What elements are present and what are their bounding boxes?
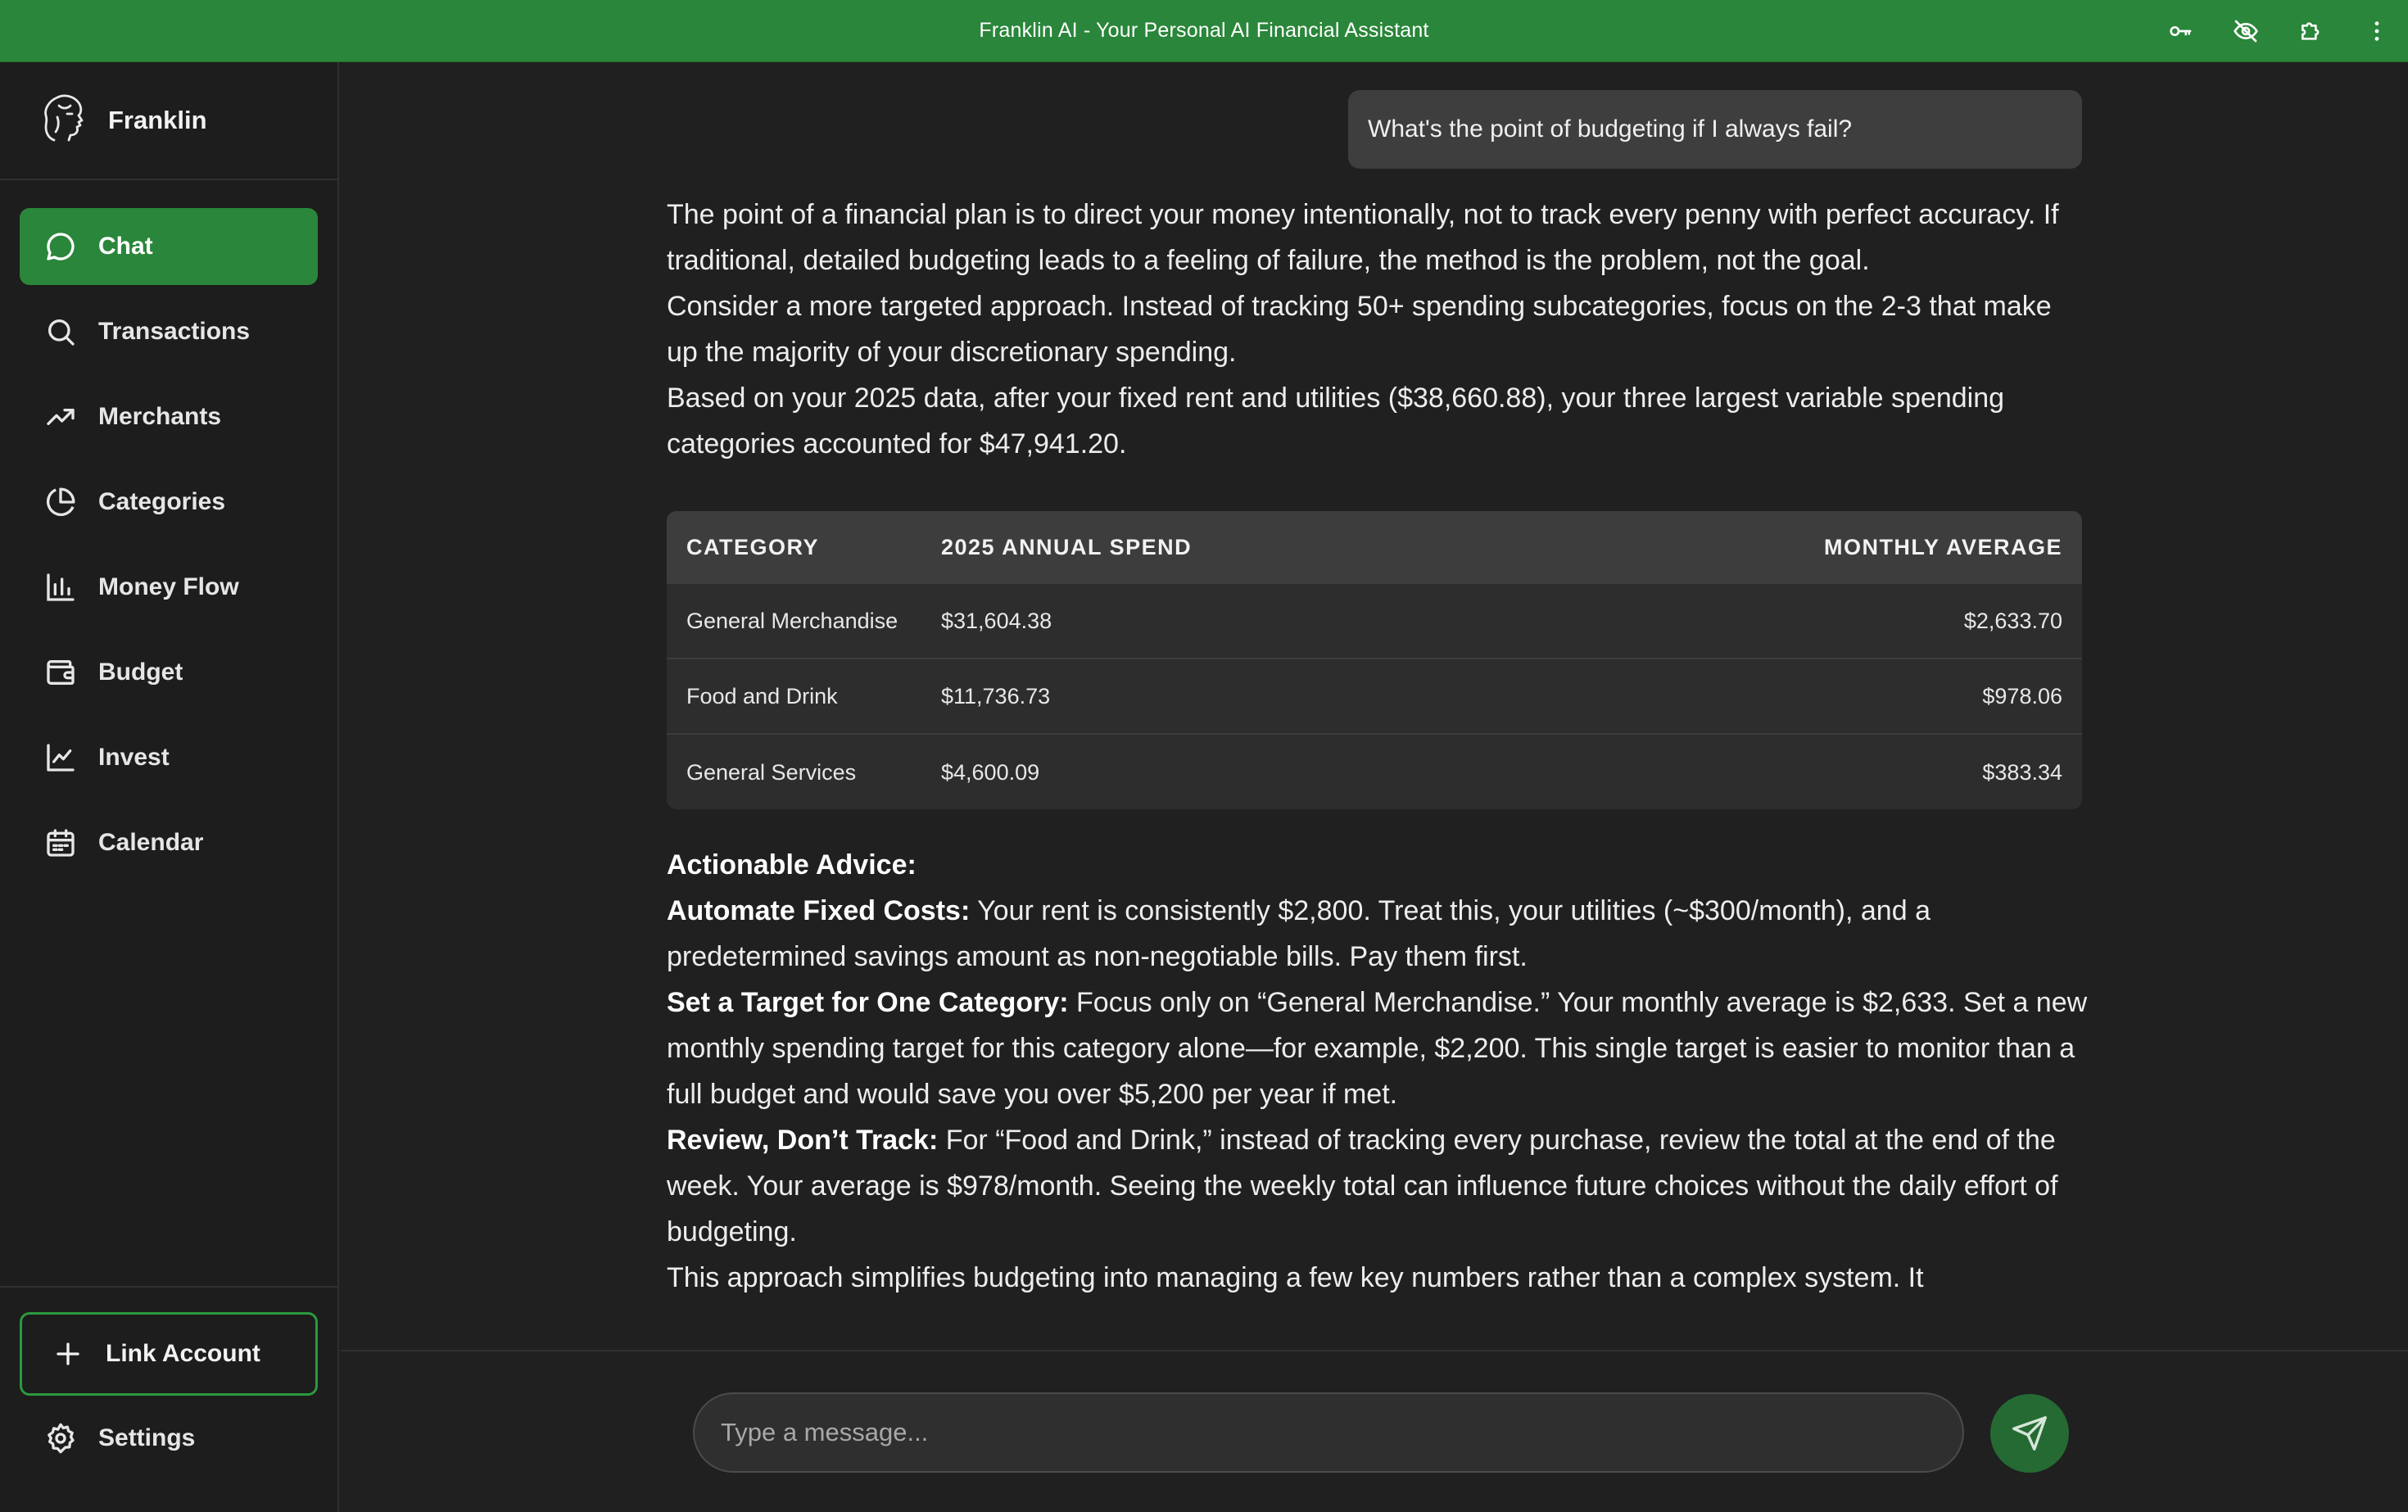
- line-chart-icon: [47, 744, 75, 772]
- sidebar-item-label: Invest: [98, 744, 170, 771]
- sidebar-item-label: Merchants: [98, 403, 222, 430]
- message-composer: [341, 1350, 2408, 1512]
- cell-monthly-average: $978.06: [1514, 658, 2082, 734]
- reply-paragraph: Based on your 2025 data, after your fixe…: [667, 383, 2005, 459]
- sidebar-item-merchants[interactable]: Merchants: [20, 378, 318, 455]
- chat-area: What's the point of budgeting if I alway…: [341, 62, 2408, 1351]
- calendar-icon: [47, 829, 75, 857]
- key-icon[interactable]: [2166, 16, 2195, 46]
- settings-label: Settings: [98, 1424, 196, 1451]
- window-title: Franklin AI - Your Personal AI Financial…: [979, 19, 1429, 42]
- wallet-icon: [47, 660, 75, 685]
- franklin-logo-icon: [38, 91, 90, 151]
- sidebar-item-categories[interactable]: Categories: [20, 464, 318, 541]
- settings-button[interactable]: Settings: [20, 1396, 318, 1481]
- puzzle-icon[interactable]: [2297, 16, 2326, 46]
- spending-table: CATEGORY 2025 ANNUAL SPEND MONTHLY AVERA…: [667, 511, 2082, 809]
- sidebar-item-transactions[interactable]: Transactions: [20, 293, 318, 370]
- user-message: What's the point of budgeting if I alway…: [1348, 90, 2082, 169]
- gear-icon: [48, 1423, 75, 1454]
- sidebar-item-label: Budget: [98, 659, 183, 686]
- search-icon: [48, 319, 75, 346]
- advice-item: Review, Don’t Track: For “Food and Drink…: [667, 1117, 2088, 1255]
- advice-title: Review, Don’t Track:: [667, 1125, 939, 1156]
- cell-annual-spend: $4,600.09: [921, 733, 1514, 809]
- brand-name: Franklin: [108, 106, 207, 134]
- reply-closing: This approach simplifies budgeting into …: [667, 1262, 1924, 1293]
- table-row: General Merchandise $31,604.38 $2,633.70: [667, 582, 2082, 659]
- table-row: General Services $4,600.09 $383.34: [667, 733, 2082, 809]
- sidebar-item-label: Chat: [98, 233, 153, 260]
- link-account-button[interactable]: Link Account: [20, 1312, 318, 1396]
- send-button[interactable]: [1990, 1394, 2069, 1473]
- brand[interactable]: Franklin: [0, 62, 337, 180]
- sidebar-item-calendar[interactable]: Calendar: [20, 804, 318, 881]
- reply-paragraph: The point of a financial plan is to dire…: [667, 199, 2059, 276]
- sidebar-item-label: Calendar: [98, 829, 204, 856]
- eye-off-icon[interactable]: [2231, 16, 2261, 46]
- sidebar-item-label: Categories: [98, 488, 226, 515]
- cell-category: Food and Drink: [667, 658, 921, 734]
- plus-icon: [57, 1342, 79, 1365]
- link-account-label: Link Account: [106, 1340, 260, 1367]
- table-header-row: CATEGORY 2025 ANNUAL SPEND MONTHLY AVERA…: [667, 511, 2082, 583]
- sidebar-item-chat[interactable]: Chat: [20, 208, 318, 285]
- trending-up-icon: [47, 409, 75, 425]
- title-bar-icons: [2166, 0, 2392, 62]
- advice-title: Set a Target for One Category:: [667, 987, 1069, 1018]
- cell-monthly-average: $2,633.70: [1514, 582, 2082, 659]
- assistant-message: The point of a financial plan is to dire…: [667, 192, 2088, 1301]
- cell-category: General Merchandise: [667, 582, 921, 659]
- cell-monthly-average: $383.34: [1514, 733, 2082, 809]
- sidebar-item-label: Money Flow: [98, 573, 239, 600]
- advice-title: Automate Fixed Costs:: [667, 895, 971, 926]
- sidebar-item-money-flow[interactable]: Money Flow: [20, 549, 318, 626]
- user-message-text: What's the point of budgeting if I alway…: [1368, 115, 1853, 143]
- reply-paragraph: Consider a more targeted approach. Inste…: [667, 291, 2052, 368]
- chat-bubble-icon: [47, 233, 75, 260]
- title-bar: Franklin AI - Your Personal AI Financial…: [0, 0, 2408, 62]
- column-header-category: CATEGORY: [686, 534, 820, 559]
- sidebar-item-label: Transactions: [98, 318, 251, 345]
- table-row: Food and Drink $11,736.73 $978.06: [667, 658, 2082, 734]
- advice-heading: Actionable Advice:: [667, 849, 917, 880]
- message-input[interactable]: [693, 1392, 1964, 1473]
- send-icon: [2012, 1416, 2047, 1451]
- sidebar: Franklin Chat Transactions Merchants Cat…: [0, 62, 339, 1512]
- sidebar-item-budget[interactable]: Budget: [20, 634, 318, 711]
- column-header-monthly-average: MONTHLY AVERAGE: [1823, 534, 2062, 559]
- more-vertical-icon[interactable]: [2362, 16, 2392, 46]
- cell-annual-spend: $31,604.38: [921, 582, 1514, 659]
- sidebar-nav: Chat Transactions Merchants Categories M…: [0, 180, 337, 881]
- advice-item: Automate Fixed Costs: Your rent is consi…: [667, 888, 2088, 980]
- advice-item: Set a Target for One Category: Focus onl…: [667, 980, 2088, 1117]
- sidebar-bottom: Link Account Settings: [0, 1286, 337, 1512]
- sidebar-item-invest[interactable]: Invest: [20, 719, 318, 796]
- pie-chart-icon: [47, 487, 75, 516]
- column-header-annual-spend: 2025 ANNUAL SPEND: [941, 534, 1193, 559]
- cell-annual-spend: $11,736.73: [921, 658, 1514, 734]
- cell-category: General Services: [667, 733, 921, 809]
- bar-chart-icon: [47, 573, 75, 601]
